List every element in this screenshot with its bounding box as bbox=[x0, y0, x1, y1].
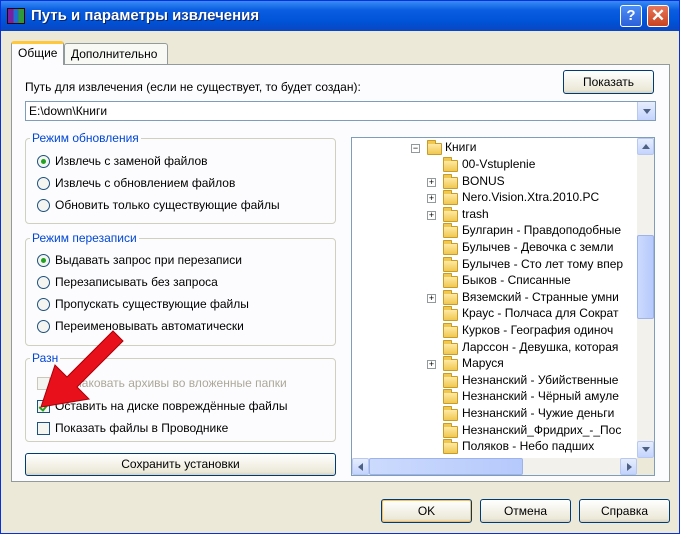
tree-item-label: trash bbox=[462, 206, 489, 221]
winrar-app-icon bbox=[7, 8, 25, 24]
folder-icon bbox=[443, 289, 458, 305]
folder-icon bbox=[443, 173, 458, 189]
tree-item-label: Булычев - Сто лет тому впер bbox=[462, 256, 624, 271]
scroll-right-icon[interactable] bbox=[620, 458, 637, 475]
folder-icon bbox=[443, 306, 458, 322]
close-button[interactable]: ✕ bbox=[647, 5, 669, 27]
folder-icon bbox=[443, 157, 458, 172]
tree-item-label: Nero.Vision.Xtra.2010.PC bbox=[462, 190, 600, 205]
path-value: E:\down\Книги bbox=[29, 104, 108, 118]
tree-item-label: Булгарин - Правдоподобные bbox=[462, 223, 622, 238]
expand-icon[interactable]: + bbox=[427, 293, 436, 303]
update-mode-label-update[interactable]: Извлечь с обновлением файлов bbox=[55, 176, 235, 190]
tree-horizontal-scrollbar[interactable] bbox=[352, 458, 637, 475]
folder-icon bbox=[443, 406, 458, 421]
tree-item-label: Книги bbox=[445, 140, 477, 154]
tree-item-label: BONUS bbox=[462, 173, 505, 188]
chevron-down-icon[interactable] bbox=[637, 102, 655, 120]
folder-icon bbox=[427, 140, 442, 155]
help-title-button[interactable]: ? bbox=[620, 5, 642, 27]
tree-item-label: Незнанский_Фридрих_-_Пос bbox=[462, 422, 622, 437]
tab-advanced[interactable]: Дополнительно bbox=[64, 43, 168, 64]
folder-icon bbox=[443, 190, 458, 206]
folder-icon bbox=[443, 372, 458, 388]
tree-item-label: Незнанский - Чёрный амуле bbox=[462, 389, 619, 404]
folder-icon bbox=[443, 422, 458, 438]
overwrite-label-ask[interactable]: Выдавать запрос при перезаписи bbox=[55, 253, 242, 267]
save-settings-button[interactable]: Сохранить установки bbox=[25, 453, 336, 476]
tree-item-label: 00-Vstuplenie bbox=[462, 157, 536, 171]
tree-item-label: Краус - Полчаса для Сократ bbox=[462, 306, 619, 321]
overwrite-radio-skip[interactable] bbox=[37, 298, 50, 311]
tree-item-label: Вяземский - Странные умни bbox=[462, 289, 619, 304]
overwrite-radio-ask[interactable] bbox=[37, 254, 50, 267]
folder-icon bbox=[443, 223, 458, 239]
expand-icon[interactable]: + bbox=[427, 210, 436, 220]
tree-item-label: Поляков - Небо падших bbox=[462, 439, 595, 454]
update-mode-radio-existing[interactable] bbox=[37, 199, 50, 212]
expand-icon[interactable]: + bbox=[427, 360, 436, 370]
tree-item-label: Быков - Списанные bbox=[462, 273, 571, 288]
folder-icon bbox=[443, 206, 458, 222]
show-in-explorer-label[interactable]: Показать файлы в Проводнике bbox=[55, 421, 228, 435]
window-title: Путь и параметры извлечения bbox=[31, 7, 260, 24]
tree-item-label: Курков - География одиноч bbox=[462, 323, 614, 337]
expand-icon[interactable]: + bbox=[427, 194, 436, 204]
tree-item-label: Незнанский - Чужие деньги bbox=[462, 406, 615, 420]
tree-item-label: Ларссон - Девушка, которая bbox=[462, 339, 619, 354]
update-mode-radio-update[interactable] bbox=[37, 177, 50, 190]
tree-item-label: Маруся bbox=[462, 356, 504, 371]
cancel-button[interactable]: Отмена bbox=[480, 499, 571, 523]
show-button[interactable]: Показать bbox=[563, 70, 654, 94]
folder-icon bbox=[443, 439, 458, 455]
folder-icon bbox=[443, 339, 458, 355]
overwrite-mode-title: Режим перезаписи bbox=[30, 231, 139, 245]
tree-vertical-scrollbar[interactable] bbox=[637, 138, 654, 458]
tree-item-label: Незнанский - Убийственные bbox=[462, 372, 619, 387]
scroll-down-icon[interactable] bbox=[637, 441, 654, 458]
folder-icon bbox=[443, 389, 458, 405]
update-mode-label-existing[interactable]: Обновить только существующие файлы bbox=[55, 198, 280, 212]
path-combobox[interactable]: E:\down\Книги bbox=[25, 101, 656, 121]
folder-icon bbox=[443, 256, 458, 272]
folder-icon bbox=[443, 273, 458, 289]
overwrite-radio-without-prompt[interactable] bbox=[37, 276, 50, 289]
title-bar: Путь и параметры извлечения ? ✕ bbox=[1, 1, 679, 31]
update-mode-radio-replace[interactable] bbox=[37, 155, 50, 168]
update-mode-label-replace[interactable]: Извлечь с заменой файлов bbox=[55, 154, 208, 168]
annotation-arrow-icon bbox=[40, 330, 124, 408]
horizontal-scroll-thumb[interactable] bbox=[369, 458, 523, 475]
folder-icon bbox=[443, 356, 458, 372]
overwrite-label-skip[interactable]: Пропускать существующие файлы bbox=[55, 297, 249, 311]
expand-icon[interactable]: + bbox=[427, 177, 436, 187]
tree-item-label: Булычев - Девочка с земли bbox=[462, 240, 614, 254]
scrollbar-corner bbox=[637, 458, 654, 475]
folder-tree[interactable]: − Книги 00-Vstuplenie + BONUS + Nero.Vision.… bbox=[351, 137, 655, 476]
folder-icon bbox=[443, 240, 458, 255]
folder-icon bbox=[443, 323, 458, 338]
tab-general[interactable]: Общие bbox=[11, 41, 64, 65]
help-button[interactable]: Справка bbox=[579, 499, 670, 523]
update-mode-title: Режим обновления bbox=[30, 131, 141, 145]
vertical-scroll-thumb[interactable] bbox=[637, 235, 654, 319]
extract-dialog: Путь и параметры извлечения ? ✕ Общие До… bbox=[0, 0, 680, 534]
overwrite-label-without-prompt[interactable]: Перезаписывать без запроса bbox=[55, 275, 218, 289]
collapse-icon[interactable]: − bbox=[411, 144, 420, 153]
path-label: Путь для извлечения (если не существует,… bbox=[25, 80, 361, 94]
scroll-up-icon[interactable] bbox=[637, 138, 654, 155]
ok-button[interactable]: OK bbox=[381, 499, 472, 523]
scroll-left-icon[interactable] bbox=[352, 458, 369, 475]
show-in-explorer-checkbox[interactable] bbox=[37, 422, 50, 435]
